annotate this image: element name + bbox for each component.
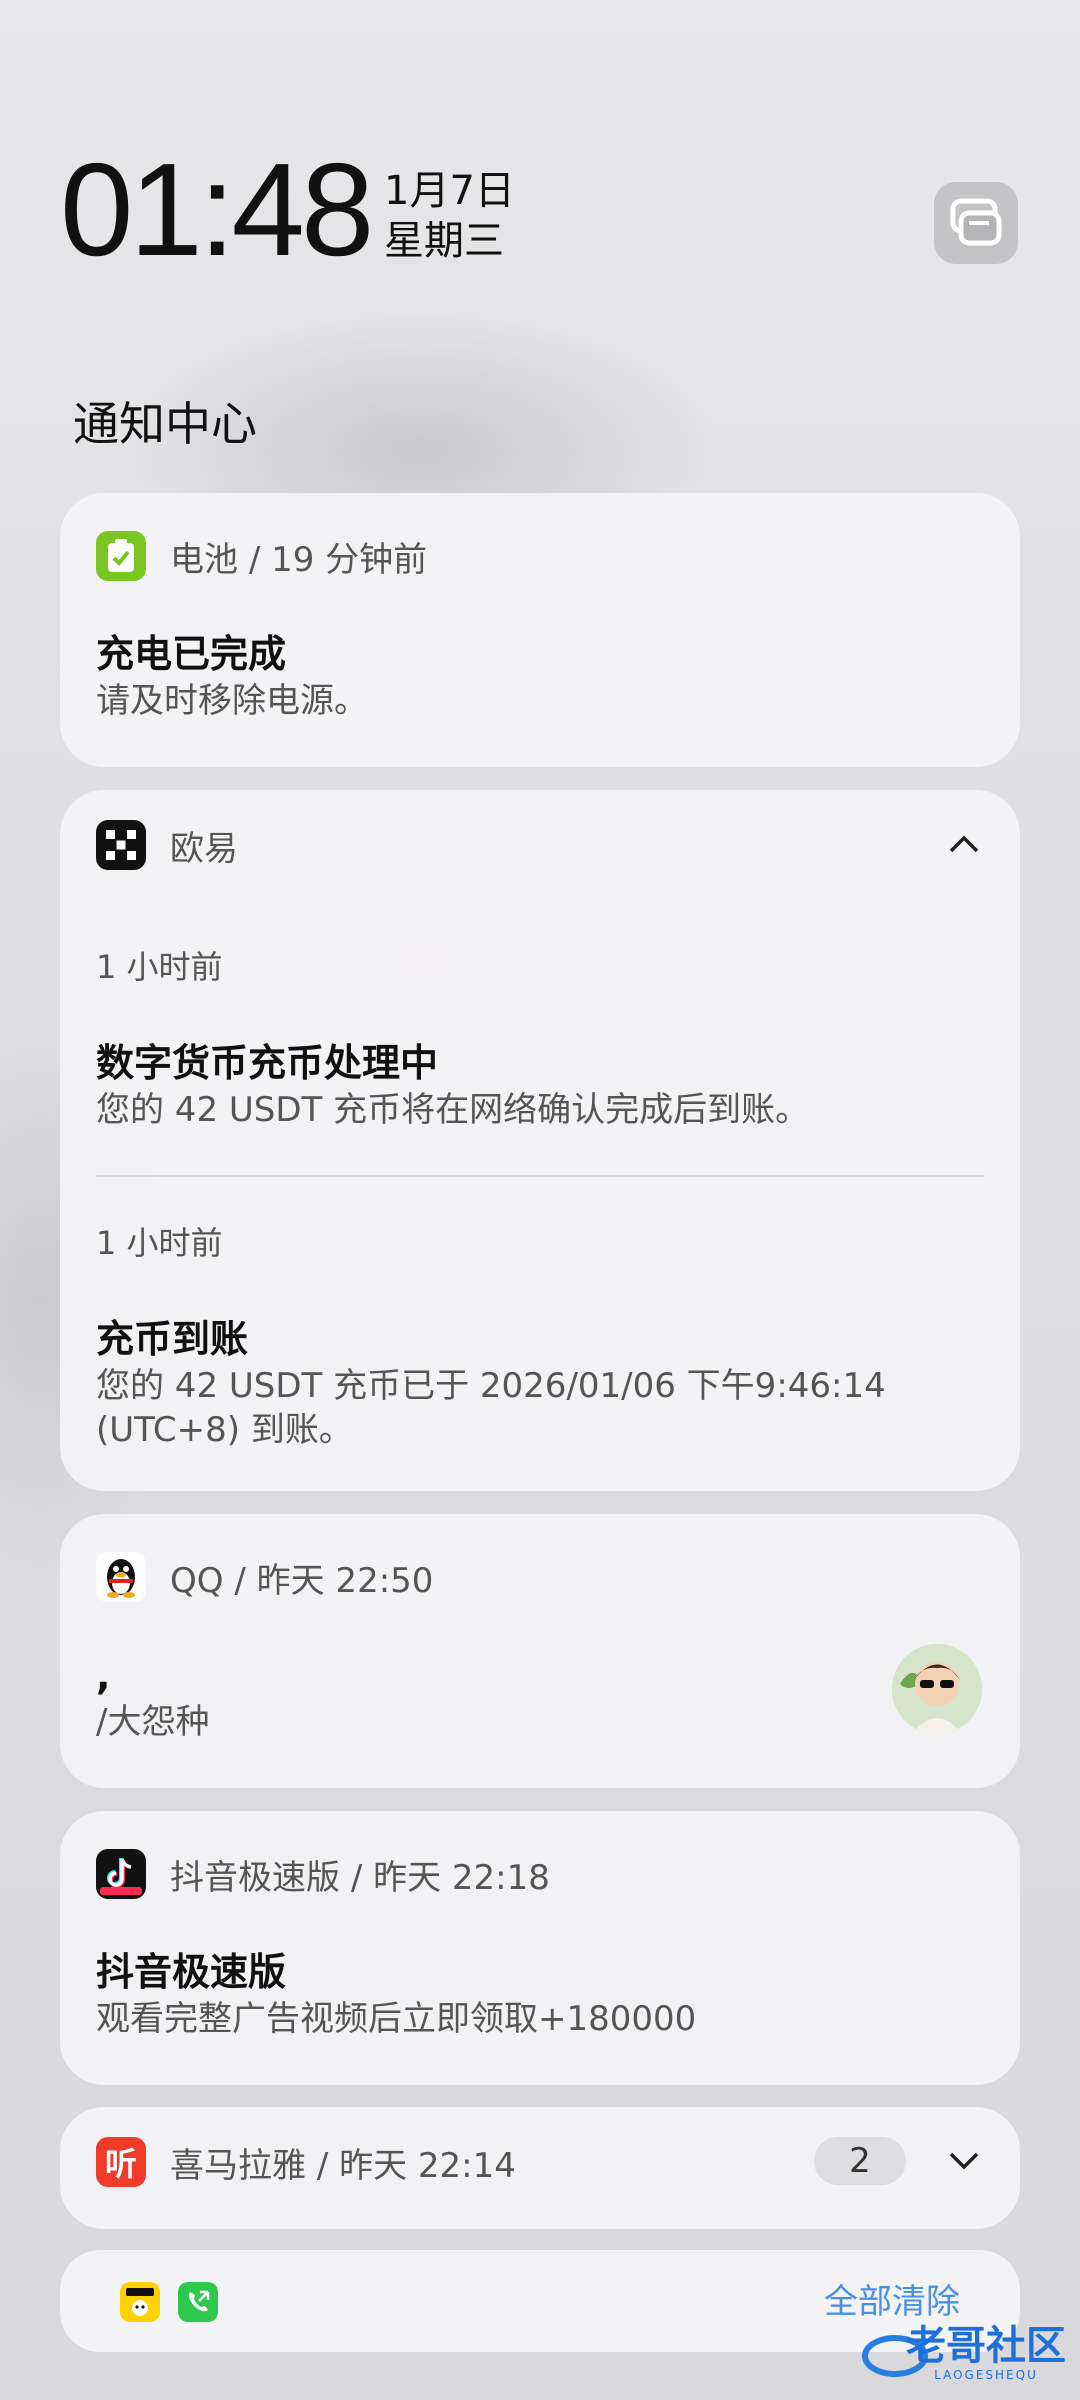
notification-card-battery[interactable]: 电池 / 19 分钟前 充电已完成 请及时移除电源。 xyxy=(60,493,1020,767)
message-title: 充币到账 xyxy=(96,1317,249,1361)
battery-check-icon xyxy=(96,531,146,581)
message-time: 1 小时前 xyxy=(96,1224,223,1262)
notification-title: 抖音极速版 xyxy=(96,1950,287,1994)
notification-count-badge: 2 xyxy=(814,2137,906,2185)
ximalaya-icon: 听 xyxy=(96,2137,146,2187)
app-name: 喜马拉雅 xyxy=(170,2145,306,2186)
separator: / xyxy=(248,539,261,580)
app-name: 电池 xyxy=(170,539,238,580)
notification-time: 昨天 22:50 xyxy=(256,1560,434,1601)
notification-title: 充电已完成 xyxy=(96,632,287,676)
notification-time: 19 分钟前 xyxy=(271,539,428,580)
separator: / xyxy=(234,1560,246,1601)
message-body: 您的 42 USDT 充币将在网络确认完成后到账。 xyxy=(96,1090,810,1130)
message-title: 数字货币充币处理中 xyxy=(96,1041,439,1085)
divider xyxy=(96,1175,984,1177)
notification-meta: 电池 / 19 分钟前 xyxy=(170,532,427,581)
clock-time: 01:48 xyxy=(60,136,374,283)
notification-settings-button[interactable] xyxy=(934,182,1018,264)
separator: / xyxy=(350,1857,363,1898)
weekday-label: 星期三 xyxy=(384,218,504,264)
message-time: 1 小时前 xyxy=(96,948,223,986)
notification-card-ximalaya[interactable]: 听 喜马拉雅 / 昨天 22:14 2 xyxy=(60,2107,1020,2229)
notification-body: 请及时移除电源。 xyxy=(96,681,368,721)
notification-body: 观看完整广告视频后立即领取+180000 xyxy=(96,1999,697,2039)
app-name: 欧易 xyxy=(170,828,238,869)
meituan-icon[interactable] xyxy=(120,2282,160,2322)
douyin-icon xyxy=(96,1849,146,1899)
notification-time: 昨天 22:18 xyxy=(373,1857,550,1898)
notification-card-okx[interactable]: 欧易 1 小时前 数字货币充币处理中 您的 42 USDT 充币将在网络确认完成… xyxy=(60,790,1020,1491)
phone-call-icon[interactable] xyxy=(178,2282,218,2322)
date-label: 1月7日 xyxy=(384,168,515,214)
clear-all-button[interactable]: 全部清除 xyxy=(824,2274,960,2323)
app-name: 抖音极速版 xyxy=(170,1857,340,1898)
collapse-button[interactable] xyxy=(944,824,984,864)
notification-center-title: 通知中心 xyxy=(73,397,257,451)
watermark-logo: 老哥社区 LAOGESHEQU xyxy=(860,2318,1066,2388)
avatar xyxy=(892,1644,982,1734)
watermark-text: 老哥社区 xyxy=(906,2323,1066,2369)
notification-meta: QQ / 昨天 22:50 xyxy=(170,1553,433,1602)
notification-card-qq[interactable]: QQ / 昨天 22:50 , /大怨种 xyxy=(60,1514,1020,1788)
qq-penguin-icon xyxy=(96,1552,146,1602)
notification-meta: 喜马拉雅 / 昨天 22:14 xyxy=(170,2138,516,2187)
notification-body: /大怨种 xyxy=(96,1702,210,1742)
expand-button[interactable] xyxy=(944,2141,984,2181)
stack-icon xyxy=(950,198,1002,246)
okx-logo-icon xyxy=(96,820,146,870)
notification-time: 昨天 22:14 xyxy=(339,2145,516,2186)
chevron-up-icon xyxy=(949,835,979,853)
app-name: QQ xyxy=(170,1560,224,1601)
watermark-subtext: LAOGESHEQU xyxy=(934,2368,1038,2382)
notification-card-douyin[interactable]: 抖音极速版 / 昨天 22:18 抖音极速版 观看完整广告视频后立即领取+180… xyxy=(60,1811,1020,2085)
notification-meta: 抖音极速版 / 昨天 22:18 xyxy=(170,1850,550,1899)
notification-title: , xyxy=(96,1654,111,1698)
separator: / xyxy=(316,2145,329,2186)
message-body: 您的 42 USDT 充币已于 2026/01/06 下午9:46:14 (UT… xyxy=(96,1366,886,1450)
chevron-down-icon xyxy=(949,2152,979,2170)
date-block: 1月7日 星期三 xyxy=(384,166,515,266)
